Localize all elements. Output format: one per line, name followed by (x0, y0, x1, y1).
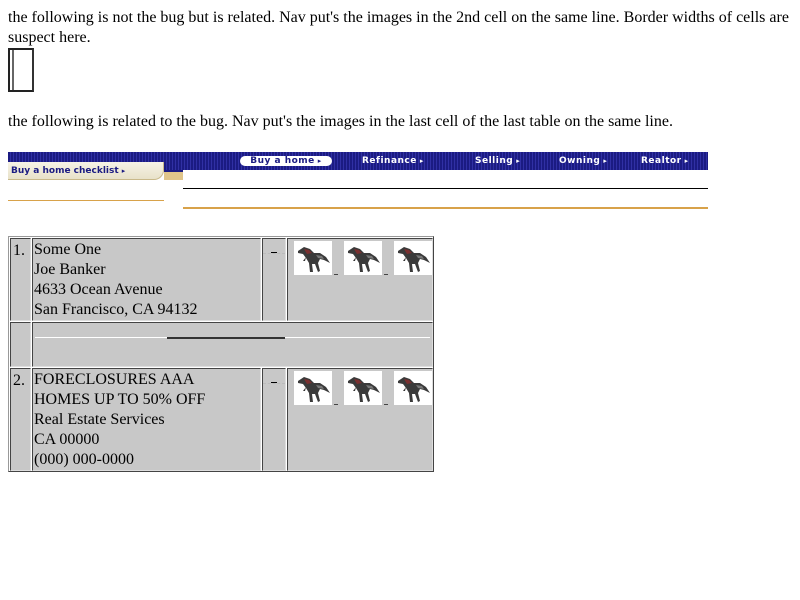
address-line: 4633 Ocean Avenue (34, 281, 163, 298)
result-number: 1. (10, 238, 31, 321)
arrow-right-icon: ▸ (317, 157, 322, 165)
dinosaur-icon[interactable] (394, 371, 432, 405)
empty-table (8, 48, 34, 92)
dinosaur-icon[interactable] (294, 241, 332, 275)
dinosaur-icon[interactable] (394, 241, 432, 275)
dinosaur-icon[interactable] (294, 371, 332, 405)
nav-owning[interactable]: Owning ▸ (559, 156, 607, 166)
nav-selling-label: Selling (475, 156, 514, 166)
nav-buy-a-home[interactable]: Buy a home ▸ (240, 156, 332, 166)
arrow-right-icon: ▸ (419, 157, 424, 165)
nav-refinance[interactable]: Refinance ▸ (362, 156, 424, 166)
result-address: Some One Joe Banker 4633 Ocean Avenue Sa… (32, 238, 261, 321)
arrow-right-icon: ▸ (121, 167, 126, 175)
arrow-right-icon: ▸ (684, 157, 689, 165)
buy-a-home-checklist-tab[interactable]: Buy a home checklist ▸ (8, 162, 164, 180)
images-cell (287, 238, 433, 321)
result-number: 2. (10, 368, 31, 471)
nav-owning-label: Owning (559, 156, 601, 166)
address-line: (000) 000-0000 (34, 451, 134, 468)
address-line: FORECLOSURES AAA (34, 371, 195, 388)
divider-orange-right (183, 207, 708, 209)
arrow-right-icon: ▸ (516, 157, 521, 165)
separator-cell (32, 322, 433, 367)
note-paragraph-1: the following is not the bug but is rela… (8, 9, 789, 46)
nav-buy-label: Buy a home (250, 156, 315, 166)
images-cell (287, 368, 433, 471)
dinosaur-icon[interactable] (344, 241, 382, 275)
nav-realtor[interactable]: Realtor ▸ (641, 156, 689, 166)
address-line: Real Estate Services (34, 411, 165, 428)
note-paragraph-2: the following is related to the bug. Nav… (8, 113, 673, 130)
divider-orange-left (8, 200, 164, 201)
spacer-cell (262, 368, 286, 471)
nav-corner-decoration (164, 170, 183, 180)
results-table: 1. Some One Joe Banker 4633 Ocean Avenue… (8, 236, 434, 472)
divider-black (183, 188, 708, 189)
dinosaur-icon[interactable] (344, 371, 382, 405)
address-line: San Francisco, CA 94132 (34, 301, 198, 318)
nav-realtor-label: Realtor (641, 156, 682, 166)
checklist-label: Buy a home checklist (11, 166, 119, 176)
nav-refinance-label: Refinance (362, 156, 417, 166)
address-line: HOMES UP TO 50% OFF (34, 391, 206, 408)
nav-selling[interactable]: Selling ▸ (475, 156, 520, 166)
result-address: FORECLOSURES AAA HOMES UP TO 50% OFF Rea… (32, 368, 261, 471)
separator-number-cell (10, 322, 31, 367)
arrow-right-icon: ▸ (603, 157, 608, 165)
address-line: Joe Banker (34, 261, 106, 278)
address-line: Some One (34, 241, 102, 258)
address-line: CA 00000 (34, 431, 100, 448)
spacer-cell (262, 238, 286, 321)
